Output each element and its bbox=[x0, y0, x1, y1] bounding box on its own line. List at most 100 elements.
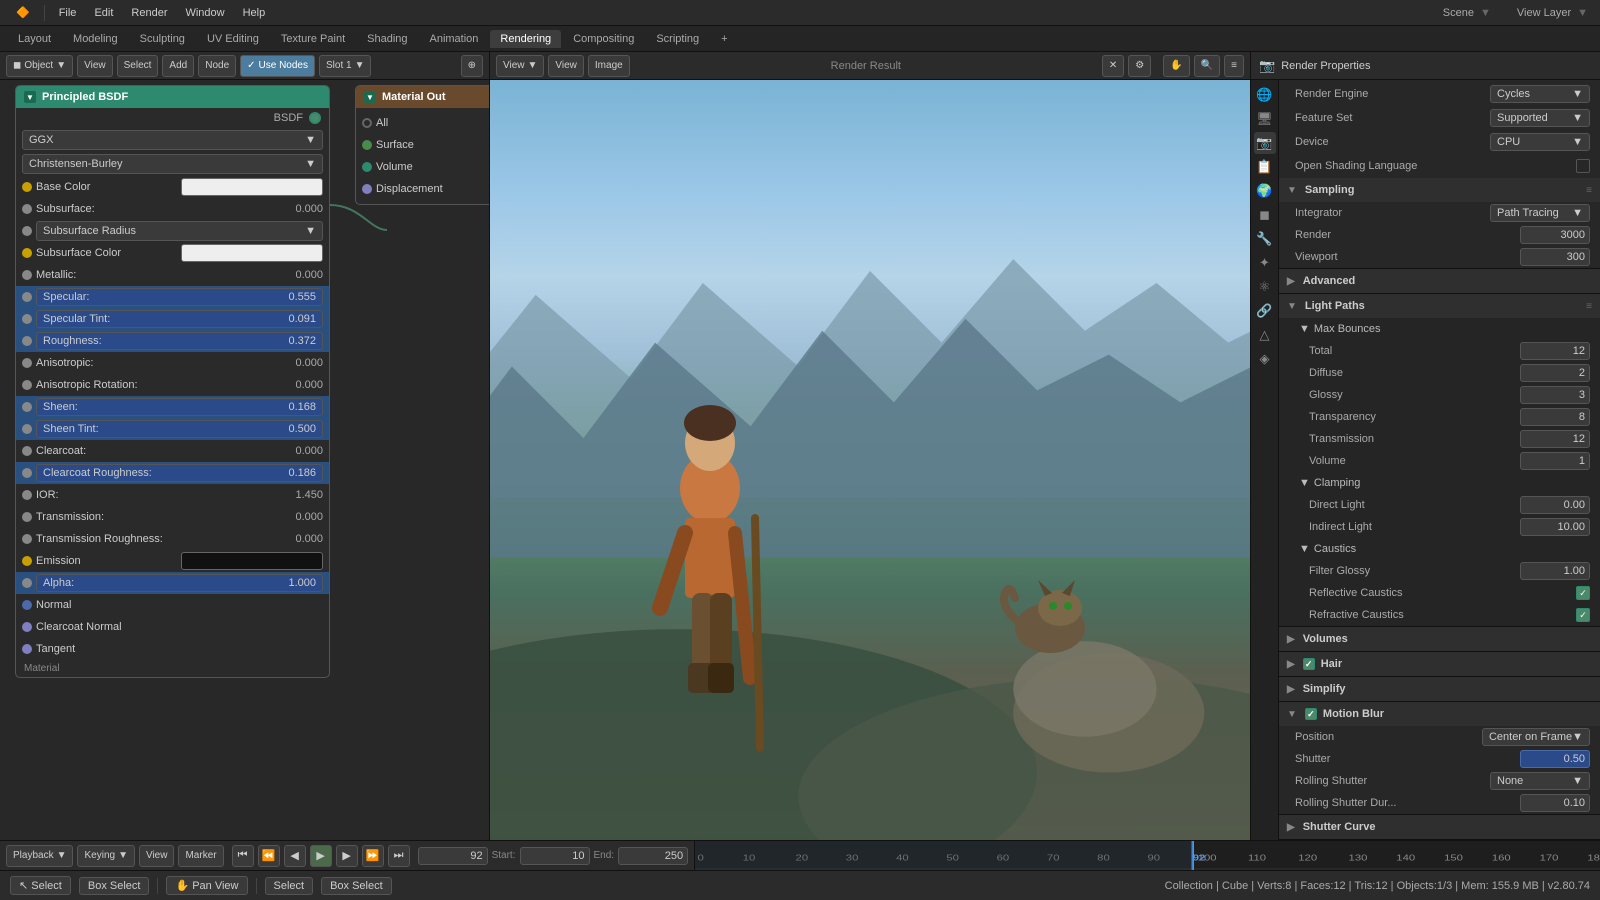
base-color-swatch[interactable] bbox=[181, 178, 324, 196]
subsurface-radius-dropdown[interactable]: Subsurface Radius ▼ bbox=[36, 221, 323, 241]
caustics-header[interactable]: ▼ Caustics bbox=[1279, 538, 1600, 560]
help-menu[interactable]: Help bbox=[235, 5, 274, 21]
tab-rendering[interactable]: Rendering bbox=[490, 30, 561, 48]
input-roughness[interactable]: Roughness: 0.372 bbox=[16, 330, 329, 352]
tab-sculpting[interactable]: Sculpting bbox=[130, 30, 195, 48]
node-menu-btn[interactable]: Node bbox=[198, 55, 236, 77]
glossy-field[interactable]: 3 bbox=[1520, 386, 1590, 404]
input-transmission[interactable]: Transmission: 0.000 bbox=[16, 506, 329, 528]
props-icon-object[interactable]: ◼ bbox=[1254, 204, 1276, 226]
render-options-btn[interactable]: ⚙ bbox=[1128, 55, 1151, 77]
input-normal[interactable]: Normal bbox=[16, 594, 329, 616]
mat-out-surface[interactable]: Surface bbox=[356, 134, 489, 156]
jump-start-btn[interactable]: ⏮ bbox=[232, 845, 254, 867]
input-metallic[interactable]: Metallic: 0.000 bbox=[16, 264, 329, 286]
mat-out-volume[interactable]: Volume bbox=[356, 156, 489, 178]
next-key-btn[interactable]: ▶ bbox=[336, 845, 358, 867]
view-timeline-menu[interactable]: View bbox=[139, 845, 175, 867]
props-icon-material[interactable]: ◈ bbox=[1254, 348, 1276, 370]
input-tangent[interactable]: Tangent bbox=[16, 638, 329, 660]
marker-menu[interactable]: Marker bbox=[178, 845, 223, 867]
roughness-field[interactable]: Roughness: 0.372 bbox=[36, 332, 323, 350]
props-icon-particles[interactable]: ✦ bbox=[1254, 252, 1276, 274]
viewport-tool-settings[interactable]: ≡ bbox=[1224, 55, 1244, 77]
rolling-shutter-dur-field[interactable]: 0.10 bbox=[1520, 794, 1590, 812]
input-ior[interactable]: IOR: 1.450 bbox=[16, 484, 329, 506]
props-icon-view-layer[interactable]: 📋 bbox=[1254, 156, 1276, 178]
viewport-tool-hand[interactable]: ✋ bbox=[1163, 55, 1189, 77]
input-subsurface-color[interactable]: Subsurface Color bbox=[16, 242, 329, 264]
tab-animation[interactable]: Animation bbox=[420, 30, 489, 48]
volume-field[interactable]: 1 bbox=[1520, 452, 1590, 470]
view-btn[interactable]: View bbox=[77, 55, 113, 77]
props-icon-data[interactable]: △ bbox=[1254, 324, 1276, 346]
edit-menu[interactable]: Edit bbox=[86, 5, 121, 21]
view-menu-btn[interactable]: View ▼ bbox=[496, 55, 544, 77]
playback-menu[interactable]: Playback ▼ bbox=[6, 845, 73, 867]
input-sheen-tint[interactable]: Sheen Tint: 0.500 bbox=[16, 418, 329, 440]
image-btn[interactable]: Image bbox=[588, 55, 630, 77]
tab-compositing[interactable]: Compositing bbox=[563, 30, 644, 48]
input-alpha[interactable]: Alpha: 1.000 bbox=[16, 572, 329, 594]
position-select[interactable]: Center on Frame ▼ bbox=[1482, 728, 1590, 746]
filter-glossy-field[interactable]: 1.00 bbox=[1520, 562, 1590, 580]
props-icon-world[interactable]: 🌍 bbox=[1254, 180, 1276, 202]
file-menu[interactable]: File bbox=[51, 5, 85, 21]
input-specular-tint[interactable]: Specular Tint: 0.091 bbox=[16, 308, 329, 330]
tab-layout[interactable]: Layout bbox=[8, 30, 61, 48]
emission-color-swatch[interactable] bbox=[181, 552, 324, 570]
motion-blur-section-header[interactable]: ▼ ✓ Motion Blur bbox=[1279, 702, 1600, 726]
props-icon-constraints[interactable]: 🔗 bbox=[1254, 300, 1276, 322]
light-paths-section-header[interactable]: ▼ Light Paths ≡ bbox=[1279, 294, 1600, 318]
props-icon-scene[interactable]: 🌐 bbox=[1254, 84, 1276, 106]
pan-view-btn[interactable]: ✋ Pan View bbox=[166, 876, 247, 895]
mat-out-all[interactable]: All bbox=[356, 112, 489, 134]
shutter-field[interactable]: 0.50 bbox=[1520, 750, 1590, 768]
select-mode-btn-2[interactable]: Select bbox=[265, 877, 314, 895]
input-base-color[interactable]: Base Color bbox=[16, 176, 329, 198]
indirect-light-field[interactable]: 10.00 bbox=[1520, 518, 1590, 536]
device-select[interactable]: CPU ▼ bbox=[1490, 133, 1590, 151]
tab-texture-paint[interactable]: Texture Paint bbox=[271, 30, 355, 48]
select-mode-btn[interactable]: ↖ Select bbox=[10, 876, 71, 895]
volumes-section-header[interactable]: ▶ Volumes bbox=[1279, 627, 1600, 651]
props-icon-modifier[interactable]: 🔧 bbox=[1254, 228, 1276, 250]
light-paths-options-icon[interactable]: ≡ bbox=[1586, 301, 1592, 312]
clearcoat-roughness-field[interactable]: Clearcoat Roughness: 0.186 bbox=[36, 464, 323, 482]
transparency-field[interactable]: 8 bbox=[1520, 408, 1590, 426]
jump-end-btn[interactable]: ⏭ bbox=[388, 845, 410, 867]
max-bounces-header[interactable]: ▼ Max Bounces bbox=[1279, 318, 1600, 340]
node-principled-bsdf[interactable]: ▼ Principled BSDF BSDF GGX ▼ bbox=[15, 85, 330, 678]
window-menu[interactable]: Window bbox=[177, 5, 232, 21]
input-specular[interactable]: Specular: 0.555 bbox=[16, 286, 329, 308]
add-btn[interactable]: Add bbox=[162, 55, 194, 77]
view-btn-2[interactable]: View bbox=[548, 55, 584, 77]
tab-uv-editing[interactable]: UV Editing bbox=[197, 30, 269, 48]
viewport-samples-field[interactable]: 300 bbox=[1520, 248, 1590, 266]
ggx-dropdown[interactable]: GGX ▼ bbox=[22, 130, 323, 150]
input-anisotropic-rotation[interactable]: Anisotropic Rotation: 0.000 bbox=[16, 374, 329, 396]
sheen-field[interactable]: Sheen: 0.168 bbox=[36, 398, 323, 416]
render-engine-select[interactable]: Cycles ▼ bbox=[1490, 85, 1590, 103]
sampling-options-icon[interactable]: ≡ bbox=[1586, 185, 1592, 196]
tab-add[interactable]: + bbox=[711, 30, 737, 48]
hair-section-header[interactable]: ▶ ✓ Hair bbox=[1279, 652, 1600, 676]
current-frame-field[interactable]: 92 bbox=[418, 847, 488, 865]
bsdf-output-socket[interactable] bbox=[309, 112, 321, 124]
total-field[interactable]: 12 bbox=[1520, 342, 1590, 360]
select-btn[interactable]: Select bbox=[117, 55, 159, 77]
motion-blur-checkbox[interactable]: ✓ bbox=[1305, 708, 1317, 720]
osl-checkbox[interactable] bbox=[1576, 159, 1590, 173]
use-nodes-btn[interactable]: ✓ Use Nodes bbox=[240, 55, 315, 77]
prev-frame-btn[interactable]: ⏪ bbox=[258, 845, 280, 867]
object-selector[interactable]: ◼ Object ▼ bbox=[6, 55, 73, 77]
play-btn[interactable]: ▶ bbox=[310, 845, 332, 867]
node-material-output[interactable]: ▼ Material Out All Surface Volume bbox=[355, 85, 489, 205]
specular-tint-field[interactable]: Specular Tint: 0.091 bbox=[36, 310, 323, 328]
box-select-btn[interactable]: Box Select bbox=[79, 877, 150, 895]
mat-out-displacement[interactable]: Displacement bbox=[356, 178, 489, 200]
advanced-section-header[interactable]: ▶ Advanced bbox=[1279, 269, 1600, 293]
viewport-tool-zoom[interactable]: 🔍 bbox=[1194, 55, 1220, 77]
rolling-shutter-select[interactable]: None ▼ bbox=[1490, 772, 1590, 790]
blender-menu[interactable]: 🔶 bbox=[8, 4, 38, 21]
